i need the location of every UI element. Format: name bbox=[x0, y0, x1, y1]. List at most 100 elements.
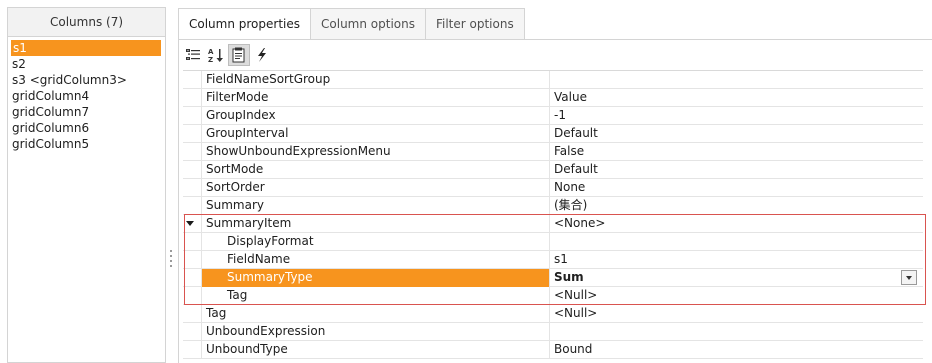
property-name: SortOrder bbox=[201, 179, 549, 197]
tab-filter-options[interactable]: Filter options bbox=[425, 8, 525, 40]
row-gutter bbox=[183, 179, 197, 197]
property-pages-icon bbox=[232, 47, 245, 63]
sort-alphabetical-icon: A Z bbox=[208, 48, 223, 63]
property-name: GroupInterval bbox=[201, 125, 549, 143]
property-name: Tag bbox=[201, 287, 549, 305]
property-row[interactable]: DisplayFormat bbox=[183, 233, 923, 251]
tab-strip: Column properties Column options Filter … bbox=[178, 8, 525, 40]
tab-column-options[interactable]: Column options bbox=[311, 8, 426, 40]
property-value-text: <None> bbox=[554, 216, 606, 230]
svg-text:Z: Z bbox=[208, 56, 213, 63]
property-value[interactable]: <Null> bbox=[549, 305, 919, 323]
property-value[interactable]: Value bbox=[549, 89, 919, 107]
categorized-button[interactable] bbox=[182, 44, 204, 66]
collapse-arrow-icon[interactable] bbox=[186, 221, 194, 226]
property-value-text: <Null> bbox=[554, 288, 598, 302]
row-gutter bbox=[183, 269, 197, 287]
property-value-text: False bbox=[554, 144, 585, 158]
property-value[interactable]: Bound bbox=[549, 341, 919, 359]
property-value[interactable]: (集合) bbox=[549, 197, 919, 215]
property-row[interactable]: UnboundType Bound bbox=[183, 341, 923, 359]
property-value-text: Default bbox=[554, 162, 598, 176]
property-name: SummaryType bbox=[201, 269, 549, 287]
property-value-text: s1 bbox=[554, 252, 568, 266]
property-row[interactable]: SummaryItem <None> bbox=[183, 215, 923, 233]
property-value-text: None bbox=[554, 180, 586, 194]
column-list-item[interactable]: gridColumn7 bbox=[8, 104, 165, 120]
property-value[interactable]: False bbox=[549, 143, 919, 161]
tab-column-properties[interactable]: Column properties bbox=[178, 8, 312, 40]
property-row[interactable]: GroupInterval Default bbox=[183, 125, 923, 143]
column-list-item[interactable]: s1 bbox=[11, 40, 161, 56]
row-gutter bbox=[183, 89, 197, 107]
row-gutter bbox=[183, 215, 197, 233]
property-value-text: Bound bbox=[554, 342, 593, 356]
row-gutter bbox=[183, 197, 197, 215]
property-value-text: Value bbox=[554, 90, 587, 104]
property-value-text: Sum bbox=[554, 270, 584, 284]
row-gutter bbox=[183, 233, 197, 251]
property-value[interactable] bbox=[549, 233, 919, 251]
property-row[interactable]: UnboundExpression bbox=[183, 323, 923, 341]
column-list-item[interactable]: gridColumn4 bbox=[8, 88, 165, 104]
row-gutter bbox=[183, 287, 197, 305]
property-value-dropdown[interactable]: Sum bbox=[549, 269, 919, 287]
property-row[interactable]: Tag <Null> bbox=[183, 287, 923, 305]
property-value-text: -1 bbox=[554, 108, 566, 122]
property-name: ShowUnboundExpressionMenu bbox=[201, 143, 549, 161]
property-name: UnboundType bbox=[201, 341, 549, 359]
column-list-item[interactable]: s3 <gridColumn3> bbox=[8, 72, 165, 88]
columns-panel: Columns (7) s1 s2 s3 <gridColumn3> gridColu… bbox=[7, 7, 166, 363]
columns-list[interactable]: s1 s2 s3 <gridColumn3> gridColumn4 gridColum… bbox=[8, 37, 165, 152]
property-pages-button[interactable] bbox=[228, 44, 250, 66]
property-row[interactable]: GroupIndex -1 bbox=[183, 107, 923, 125]
property-value[interactable]: <Null> bbox=[549, 287, 919, 305]
property-value[interactable]: <None> bbox=[549, 215, 919, 233]
row-gutter bbox=[183, 143, 197, 161]
property-value[interactable]: Default bbox=[549, 125, 919, 143]
property-name: FilterMode bbox=[201, 89, 549, 107]
row-gutter bbox=[183, 107, 197, 125]
row-gutter bbox=[183, 71, 197, 89]
property-name: GroupIndex bbox=[201, 107, 549, 125]
property-value[interactable]: None bbox=[549, 179, 919, 197]
svg-text:A: A bbox=[208, 48, 214, 56]
column-list-item[interactable]: s2 bbox=[8, 56, 165, 72]
row-gutter bbox=[183, 125, 197, 143]
property-row[interactable]: Tag <Null> bbox=[183, 305, 923, 323]
property-value-text: (集合) bbox=[554, 198, 588, 212]
column-list-item[interactable]: gridColumn6 bbox=[8, 120, 165, 136]
property-row[interactable]: Summary (集合) bbox=[183, 197, 923, 215]
column-list-item[interactable]: gridColumn5 bbox=[8, 136, 165, 152]
property-value[interactable]: s1 bbox=[549, 251, 919, 269]
property-row[interactable]: SummaryType Sum bbox=[183, 269, 923, 287]
property-value[interactable]: -1 bbox=[549, 107, 919, 125]
row-gutter bbox=[183, 251, 197, 269]
property-name: SortMode bbox=[201, 161, 549, 179]
property-value[interactable] bbox=[549, 323, 919, 341]
property-row[interactable]: SortOrder None bbox=[183, 179, 923, 197]
property-row[interactable]: FilterMode Value bbox=[183, 89, 923, 107]
row-gutter bbox=[183, 305, 197, 323]
sort-alphabetical-button[interactable]: A Z bbox=[205, 44, 227, 66]
property-row[interactable]: FieldName s1 bbox=[183, 251, 923, 269]
property-grid-toolbar: A Z bbox=[182, 43, 274, 67]
property-value-text: Default bbox=[554, 126, 598, 140]
property-name: SummaryItem bbox=[201, 215, 549, 233]
property-grid: FieldNameSortGroup FilterMode Value GroupIn… bbox=[183, 70, 923, 363]
dropdown-arrow-icon[interactable] bbox=[901, 270, 917, 285]
columns-panel-header: Columns (7) bbox=[8, 8, 165, 37]
events-button[interactable] bbox=[251, 44, 273, 66]
events-lightning-icon bbox=[258, 48, 266, 62]
property-name: FieldNameSortGroup bbox=[201, 71, 549, 89]
row-gutter bbox=[183, 161, 197, 179]
property-value[interactable] bbox=[549, 71, 919, 89]
property-value-text: <Null> bbox=[554, 306, 598, 320]
row-gutter bbox=[183, 323, 197, 341]
row-gutter bbox=[183, 341, 197, 359]
property-row[interactable]: SortMode Default bbox=[183, 161, 923, 179]
property-row[interactable]: ShowUnboundExpressionMenu False bbox=[183, 143, 923, 161]
splitter-grip[interactable] bbox=[170, 250, 173, 268]
property-row[interactable]: FieldNameSortGroup bbox=[183, 71, 923, 89]
property-value[interactable]: Default bbox=[549, 161, 919, 179]
